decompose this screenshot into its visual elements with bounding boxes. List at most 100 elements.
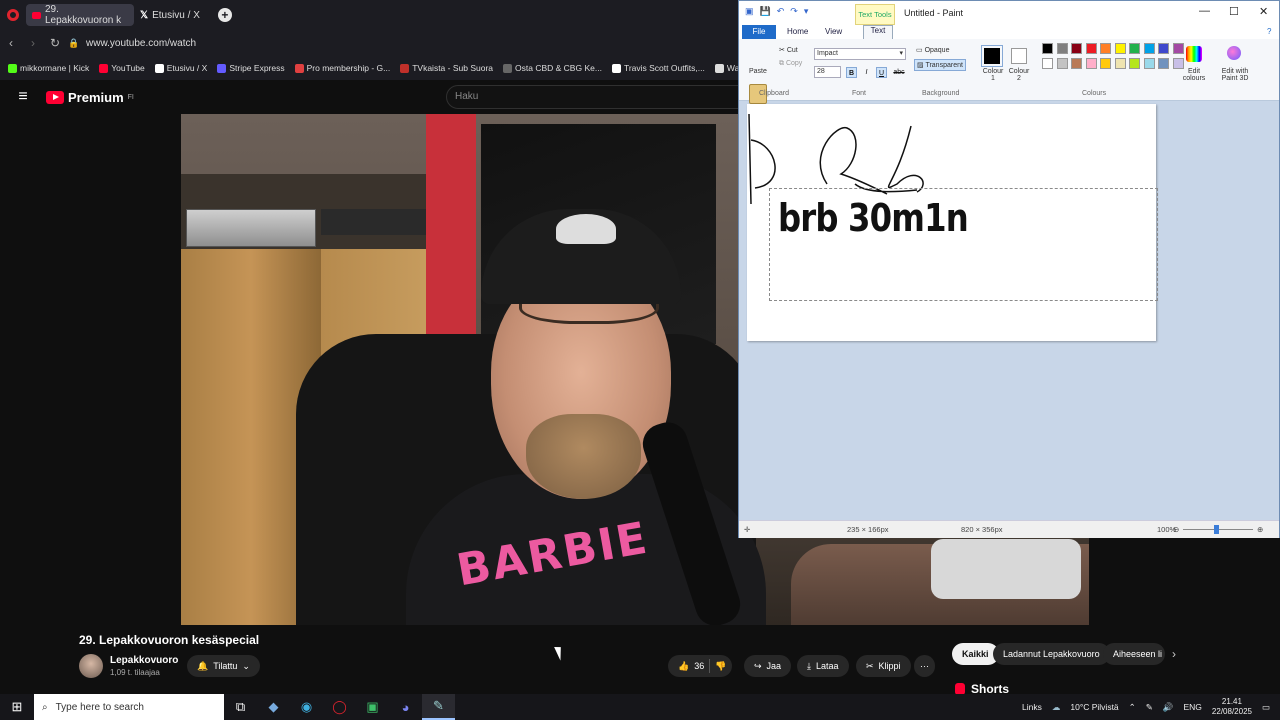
palette-swatch[interactable] <box>1100 43 1111 54</box>
strikethrough-button[interactable]: abc <box>891 67 907 78</box>
palette-swatch[interactable] <box>1042 43 1053 54</box>
channel-name[interactable]: Lepakkovuoro <box>110 655 178 666</box>
tray-chevron-icon[interactable]: ⌃ <box>1129 702 1136 713</box>
palette-swatch[interactable] <box>1172 43 1184 54</box>
lock-icon[interactable]: 🔒 <box>66 38 82 49</box>
chip-related[interactable]: Aiheeseen li <box>1103 643 1165 665</box>
chevron-right-icon[interactable]: › <box>1172 647 1176 661</box>
font-size-select[interactable]: 28 <box>814 66 841 78</box>
pen-icon[interactable]: ✎ <box>1146 702 1153 713</box>
chip-uploaded-by[interactable]: Ladannut Lepakkovuoro <box>993 643 1110 665</box>
cut-button[interactable]: ✂ Cut <box>779 46 798 54</box>
links-toolbar[interactable]: Links <box>1022 702 1042 712</box>
channel-avatar[interactable] <box>79 654 103 678</box>
edge-icon[interactable]: ◉ <box>290 694 323 720</box>
like-count[interactable]: 36 <box>694 661 704 671</box>
colour2-label[interactable]: Colour 2 <box>1007 68 1031 82</box>
palette-swatch[interactable] <box>1129 43 1140 54</box>
reload-icon[interactable]: ↻ <box>44 36 66 50</box>
palette-swatch[interactable] <box>1056 43 1068 54</box>
download-button[interactable]: ⤓ Lataa <box>797 655 849 677</box>
url-field[interactable]: www.youtube.com/watch <box>86 38 196 49</box>
chip-all[interactable]: Kaikki <box>952 643 999 665</box>
zoom-out-icon[interactable]: ⊖ <box>1173 525 1179 534</box>
edit-colours-icon[interactable] <box>1186 46 1202 62</box>
opaque-button[interactable]: ▭ Opaque <box>916 46 949 54</box>
copy-button[interactable]: ⧉ Copy <box>779 60 802 68</box>
palette-swatch[interactable] <box>1071 57 1082 69</box>
tab-view[interactable]: View <box>825 27 842 36</box>
tab-text[interactable]: Text <box>863 25 893 39</box>
more-button[interactable]: ··· <box>914 655 935 677</box>
notifications-icon[interactable]: ▭ <box>1262 702 1270 713</box>
task-view-icon[interactable]: ⧉ <box>224 694 257 720</box>
chevron-down-icon[interactable]: ▾ <box>804 6 809 17</box>
paint-canvas[interactable]: brb 30m1n <box>747 104 1158 341</box>
dislike-icon[interactable]: 👎 <box>715 661 726 672</box>
bookmark-item[interactable]: Travis Scott Outfits,... <box>611 63 705 73</box>
forward-icon[interactable]: › <box>22 36 44 50</box>
opera-logo-icon[interactable] <box>0 0 26 30</box>
bookmark-item[interactable]: mikkormane | Kick <box>8 63 89 73</box>
taskbar-search[interactable]: ⌕ Type here to search <box>34 694 224 720</box>
spotify-icon[interactable]: ▣ <box>356 694 389 720</box>
palette-swatch[interactable] <box>1172 57 1184 69</box>
palette-swatch[interactable] <box>1158 43 1169 54</box>
speaker-icon[interactable]: 🔊 <box>1163 702 1174 713</box>
discord-icon[interactable]: ◕ <box>389 694 422 720</box>
new-tab-button[interactable]: + <box>217 8 232 22</box>
canvas-text[interactable]: brb 30m1n <box>778 196 969 240</box>
bookmark-item[interactable]: YouTube <box>99 63 145 73</box>
clock[interactable]: 21.41 22/08/2025 <box>1212 697 1252 717</box>
zoom-slider-thumb[interactable] <box>1214 525 1219 534</box>
colour1-label[interactable]: Colour 1 <box>981 68 1005 82</box>
tab-file[interactable]: File <box>742 25 776 39</box>
help-icon[interactable]: ? <box>1267 27 1271 36</box>
tab-home[interactable]: Home <box>787 27 808 36</box>
bookmark-item[interactable]: Osta CBD & CBG Ke... <box>503 63 602 73</box>
palette-swatch[interactable] <box>1129 57 1140 69</box>
close-icon[interactable]: ✕ <box>1259 5 1268 18</box>
redo-icon[interactable]: ↷ <box>790 6 798 17</box>
minimize-icon[interactable]: — <box>1199 5 1210 17</box>
opera-icon[interactable]: ◯ <box>323 694 356 720</box>
subscribed-button[interactable]: 🔔 Tilattu ⌄ <box>187 655 260 677</box>
paint3d-icon[interactable] <box>1227 46 1241 60</box>
palette-swatch[interactable] <box>1100 57 1111 69</box>
bookmark-item[interactable]: Etusivu / X <box>154 63 207 73</box>
bookmark-item[interactable]: Stripe Express <box>217 63 285 73</box>
palette-swatch[interactable] <box>1143 43 1155 54</box>
colour1-swatch[interactable] <box>981 45 1003 67</box>
palette-swatch[interactable] <box>1158 57 1169 69</box>
undo-icon[interactable]: ↶ <box>777 6 785 17</box>
palette-swatch[interactable] <box>1042 57 1053 69</box>
paint-taskbar-icon[interactable]: ✎ <box>422 694 455 720</box>
search-input[interactable]: Haku <box>446 85 746 109</box>
weather-widget[interactable]: 10°C Pilvistä <box>1070 702 1118 712</box>
save-icon[interactable]: 💾 <box>760 6 771 17</box>
palette-swatch[interactable] <box>1085 43 1097 54</box>
zoom-in-icon[interactable]: ⊕ <box>1257 525 1263 534</box>
edit-paint3d-label[interactable]: Edit with Paint 3D <box>1215 68 1255 82</box>
bookmark-item[interactable]: Watch Marvel <box>714 63 738 73</box>
edit-colours-label[interactable]: Edit colours <box>1177 68 1211 82</box>
palette-swatch[interactable] <box>1114 43 1126 54</box>
palette-swatch[interactable] <box>1071 43 1082 54</box>
palette-swatch[interactable] <box>1056 57 1068 69</box>
bookmark-item[interactable]: Pro membership - G... <box>294 63 390 73</box>
back-icon[interactable]: ‹ <box>0 36 22 50</box>
font-family-select[interactable]: Impact ▾ <box>814 48 906 60</box>
menu-icon[interactable]: ≡ <box>0 88 46 106</box>
tab-youtube[interactable]: 29. Lepakkovuoron k <box>26 4 134 26</box>
windows-start-icon[interactable]: ⊞ <box>0 699 34 715</box>
bookmark-item[interactable]: TVkaista - Sub Suora <box>400 63 493 73</box>
bold-button[interactable]: B <box>846 67 857 78</box>
clip-button[interactable]: ✂ Klippi <box>856 655 911 677</box>
palette-swatch[interactable] <box>1143 57 1155 69</box>
underline-button[interactable]: U <box>876 67 887 78</box>
transparent-button[interactable]: ▨ Transparent <box>914 59 966 71</box>
maximize-icon[interactable]: ☐ <box>1229 5 1239 18</box>
youtube-logo[interactable]: Premium FI <box>46 90 134 105</box>
paste-label[interactable]: Paste <box>749 68 767 75</box>
paint-app-icon[interactable]: ▣ <box>745 6 754 17</box>
